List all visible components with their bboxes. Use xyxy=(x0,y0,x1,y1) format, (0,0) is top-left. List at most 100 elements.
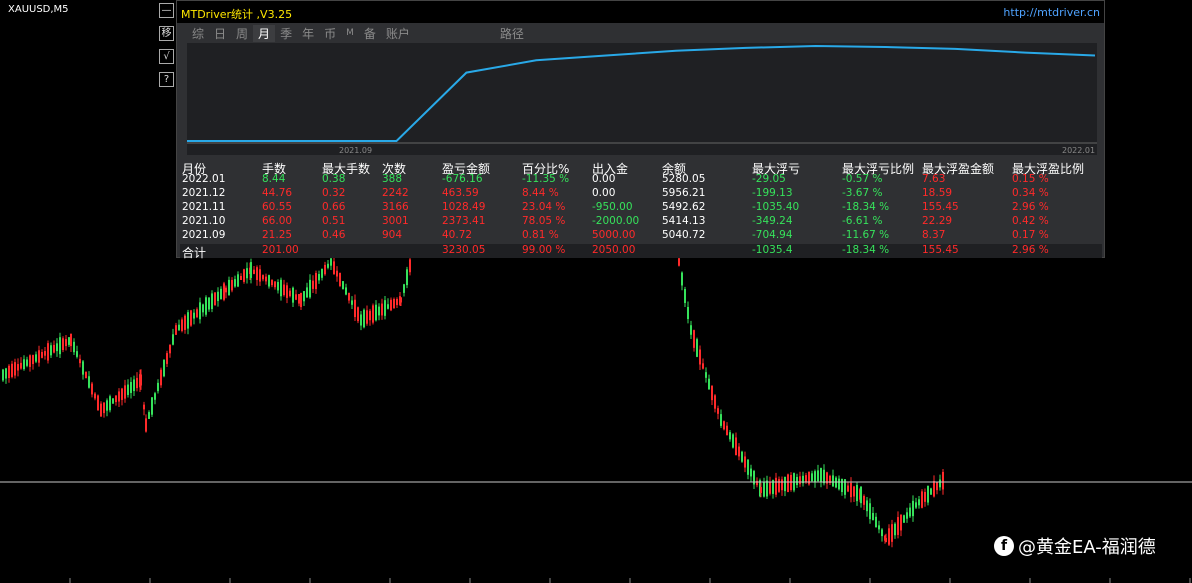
candle-body xyxy=(375,304,377,321)
candle-body xyxy=(23,359,25,370)
check-button[interactable]: √ xyxy=(159,49,174,64)
candle-body xyxy=(62,338,64,350)
candle-body xyxy=(91,383,93,395)
candle-body xyxy=(760,487,762,493)
candle-body xyxy=(53,344,55,353)
cell-max-float-profit-pct: 0.34 % xyxy=(1012,187,1049,199)
candle-body xyxy=(708,378,710,390)
candle-body xyxy=(939,479,941,488)
candle-body xyxy=(918,499,920,506)
candle-body xyxy=(76,351,78,357)
candle-body xyxy=(714,395,716,409)
candle-body xyxy=(894,523,896,536)
candle-body xyxy=(223,283,225,300)
cell-pct: 78.05 % xyxy=(522,215,566,227)
tab-2[interactable]: 周 xyxy=(231,25,253,42)
candle-body xyxy=(381,303,383,316)
candle-body xyxy=(256,267,258,281)
candle-body xyxy=(163,359,165,377)
cell-lots: 44.76 xyxy=(262,187,293,199)
tab-5[interactable]: 年 xyxy=(297,25,319,42)
candle-body xyxy=(271,280,273,286)
candle-body xyxy=(696,339,698,357)
candle-body xyxy=(891,524,893,542)
total-max-float-profit-pct: 2.96 % xyxy=(1012,244,1049,256)
tab-7[interactable]: M xyxy=(341,28,359,38)
move-button[interactable]: 移 xyxy=(159,26,174,41)
candle-body xyxy=(35,354,37,362)
candle-body xyxy=(85,371,87,379)
table-row: 2021.10 66.00 0.51 3001 2373.41 78.05 % -2000.… xyxy=(180,215,1102,229)
candle-body xyxy=(933,481,935,497)
candle-body xyxy=(240,275,242,281)
cell-month: 2021.12 xyxy=(182,187,226,199)
period-tabs: 综日周月季年币 M 备账户 路径 xyxy=(177,24,1104,42)
tab-4[interactable]: 季 xyxy=(275,25,297,42)
candle-body xyxy=(897,517,899,535)
symbol-label: XAUUSD,M5 xyxy=(8,4,69,15)
candle-body xyxy=(312,280,314,289)
cell-max-lots: 0.46 xyxy=(322,229,346,241)
candle-body xyxy=(741,451,743,462)
cell-lots: 60.55 xyxy=(262,201,293,213)
candle-body xyxy=(924,491,926,502)
candle-body xyxy=(403,284,405,293)
tab-3[interactable]: 月 xyxy=(253,24,276,42)
website-link[interactable]: http://mtdriver.cn xyxy=(1003,6,1100,19)
tab-10[interactable]: 路径 xyxy=(495,25,529,42)
cell-balance: 5280.05 xyxy=(662,173,706,185)
candle-body xyxy=(860,486,862,504)
tab-9[interactable]: 账户 xyxy=(381,25,415,42)
candle-body xyxy=(796,476,798,486)
candle-body xyxy=(38,350,40,363)
candle-body xyxy=(277,282,279,291)
panel-title: MTDriver统计 ,V3.25 xyxy=(181,8,293,21)
candle-body xyxy=(823,469,825,484)
candle-body xyxy=(118,391,120,402)
candle-body xyxy=(729,432,731,440)
candle-body xyxy=(921,491,923,508)
candle-body xyxy=(769,481,771,494)
candle-body xyxy=(333,261,335,275)
candle-body xyxy=(181,319,183,331)
cell-pct: 8.44 % xyxy=(522,187,559,199)
candle-body xyxy=(100,403,102,417)
candle-body xyxy=(97,395,99,411)
table-row: 2021.12 44.76 0.32 2242 463.59 8.44 % 0.00 5956… xyxy=(180,187,1102,201)
candle-body xyxy=(409,259,411,273)
minimize-button[interactable]: — xyxy=(159,3,174,18)
tab-6[interactable]: 币 xyxy=(319,25,341,42)
tab-0[interactable]: 综 xyxy=(187,25,209,42)
candle-body xyxy=(73,341,75,353)
candle-body xyxy=(351,300,353,305)
total-label: 合计 xyxy=(182,246,207,260)
tab-1[interactable]: 日 xyxy=(209,25,231,42)
candle-body xyxy=(103,402,105,414)
cell-max-lots: 0.51 xyxy=(322,215,346,227)
candle-body xyxy=(217,291,219,302)
total-row: 合计 201.00 3230.05 99.00 % 2050.00 -1035.… xyxy=(180,244,1102,260)
x-end-label: 2022.01 xyxy=(1062,146,1095,155)
candle-body xyxy=(881,529,883,537)
tab-8[interactable]: 备 xyxy=(359,25,381,42)
candle-body xyxy=(684,289,686,303)
candle-body xyxy=(369,310,371,321)
candle-body xyxy=(50,345,52,356)
cell-balance: 5956.21 xyxy=(662,187,706,199)
x-start-label: 2021.09 xyxy=(339,146,372,155)
help-button[interactable]: ? xyxy=(159,72,174,87)
cell-pnl: 1028.49 xyxy=(442,201,486,213)
cell-max-float-loss: -349.24 xyxy=(752,215,793,227)
candle-body xyxy=(246,268,248,279)
cell-count: 3166 xyxy=(382,201,409,213)
candle-body xyxy=(262,275,264,280)
candle-body xyxy=(14,362,16,376)
candle-body xyxy=(396,298,398,306)
candle-body xyxy=(231,279,233,291)
candles-layer xyxy=(2,253,944,548)
cell-count: 2242 xyxy=(382,187,409,199)
cell-max-float-loss-pct: -0.57 % xyxy=(842,173,883,185)
candle-body xyxy=(115,395,117,403)
candle-body xyxy=(732,434,734,448)
watermark-text: @黄金EA-福润德 xyxy=(1018,537,1156,558)
